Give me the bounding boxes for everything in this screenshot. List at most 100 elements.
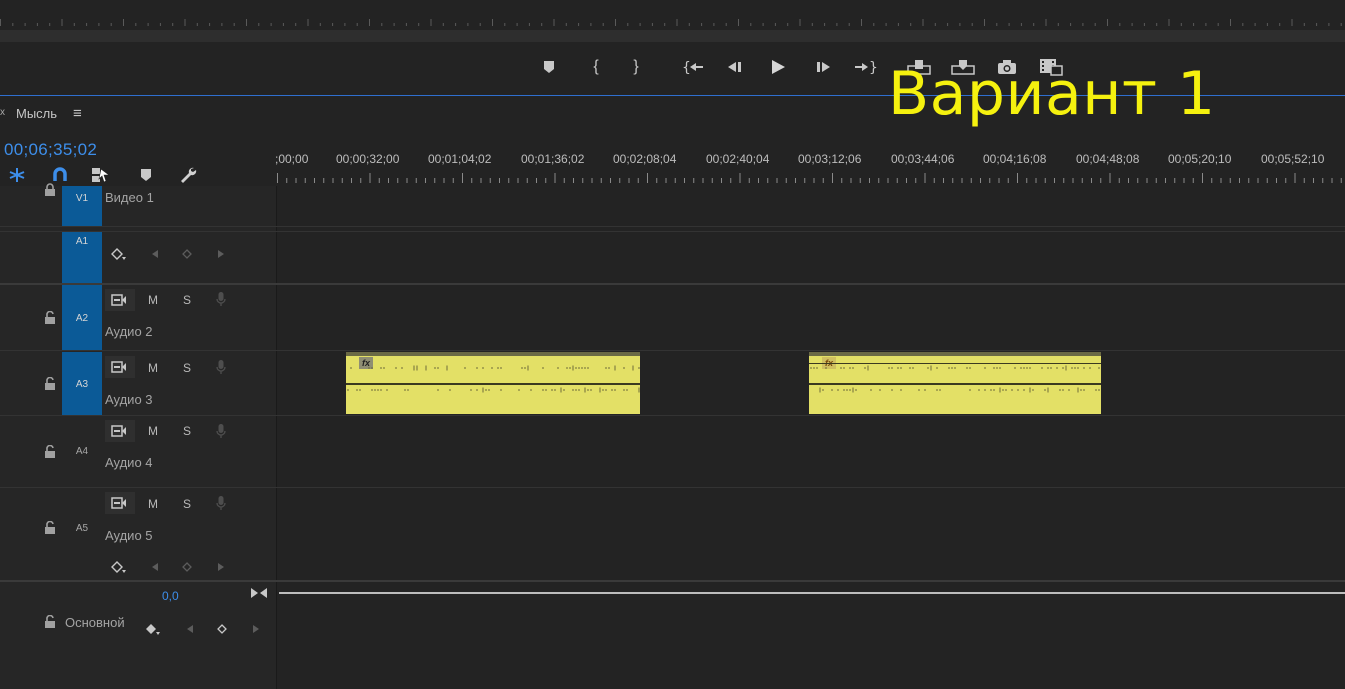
track-name-v1[interactable]: Видео 1	[105, 190, 154, 205]
mark-in-icon: {	[593, 58, 599, 75]
lock-icon[interactable]	[44, 183, 56, 197]
ruler-label: 00;04;48;08	[1076, 152, 1140, 166]
wrench-icon	[181, 167, 197, 183]
ruler-label: ;00;00	[275, 152, 309, 166]
ruler-label: 00;00;32;00	[336, 152, 400, 166]
track-separator[interactable]	[0, 231, 1345, 232]
microphone-icon[interactable]	[212, 359, 230, 375]
track-area[interactable]	[277, 186, 1345, 689]
master-volume-line[interactable]	[279, 592, 1345, 594]
track-separator[interactable]	[0, 415, 1345, 416]
add-keyframe-icon[interactable]	[178, 559, 196, 575]
track-name-a3[interactable]: Аудио 3	[105, 392, 153, 407]
track-patch-a3[interactable]: A3	[62, 352, 102, 415]
audio-clip[interactable]: fx	[809, 352, 1101, 414]
linked-selection-icon	[92, 168, 110, 183]
master-expand-icon[interactable]	[250, 585, 268, 601]
go-to-out-icon: }	[855, 60, 877, 74]
lock-open-icon[interactable]	[44, 521, 56, 535]
track-patch-a2[interactable]: A2	[62, 285, 102, 350]
solo-button[interactable]: S	[178, 360, 196, 376]
ruler-label: 00;01;36;02	[521, 152, 585, 166]
panel-menu-icon[interactable]: ≡	[73, 105, 82, 122]
next-keyframe-icon[interactable]	[247, 621, 265, 637]
close-sequence-icon[interactable]: x	[0, 107, 5, 118]
svg-text:{: {	[682, 60, 691, 74]
snap-button[interactable]	[49, 165, 71, 185]
ruler-label: 00;05;20;10	[1168, 152, 1232, 166]
sync-lock-icon[interactable]	[110, 359, 128, 375]
track-separator[interactable]	[0, 283, 1345, 285]
track-name-a4[interactable]: Аудио 4	[105, 455, 153, 470]
ruler-label: 00;05;52;10	[1261, 152, 1325, 166]
track-patch-a5[interactable]: A5	[62, 523, 102, 537]
ruler-label: 00;02;40;04	[706, 152, 770, 166]
sync-lock-icon[interactable]	[110, 292, 128, 308]
track-name-a5[interactable]: Аудио 5	[105, 528, 153, 543]
next-keyframe-icon[interactable]	[212, 559, 230, 575]
monitor-zoom-scrollbar[interactable]	[0, 30, 1345, 42]
keyframe-menu-icon[interactable]	[110, 559, 128, 575]
audio-clip[interactable]: fx	[346, 352, 640, 414]
nest-toggle-button[interactable]	[6, 165, 28, 185]
time-ruler[interactable]: ;00;00 00;00;32;00 00;01;04;02 00;01;36;…	[275, 134, 1345, 186]
track-patch-a1[interactable]: A1	[62, 232, 102, 283]
mute-button[interactable]: M	[144, 360, 162, 376]
lock-open-icon[interactable]	[44, 377, 56, 391]
marker-icon	[141, 169, 151, 181]
linked-selection-button[interactable]	[90, 165, 112, 185]
prev-keyframe-icon[interactable]	[181, 621, 199, 637]
add-keyframe-icon[interactable]	[178, 246, 196, 262]
sync-lock-icon[interactable]	[110, 495, 128, 511]
solo-button[interactable]: S	[178, 423, 196, 439]
add-keyframe-icon[interactable]	[213, 621, 231, 637]
track-name-a2[interactable]: Аудио 2	[105, 324, 153, 339]
sequence-tab-name[interactable]: Мысль	[16, 106, 57, 121]
lock-open-icon[interactable]	[44, 615, 56, 629]
prev-keyframe-icon[interactable]	[146, 559, 164, 575]
mute-button[interactable]: M	[144, 496, 162, 512]
master-keyframe-menu-icon[interactable]	[144, 621, 162, 637]
track-separator[interactable]	[0, 226, 1345, 227]
go-to-in-button[interactable]: {	[680, 54, 706, 80]
microphone-icon[interactable]	[212, 423, 230, 439]
master-volume-value[interactable]: 0,0	[162, 589, 179, 603]
mark-out-icon: }	[633, 58, 639, 75]
ruler-label: 00;03;44;06	[891, 152, 955, 166]
mute-button[interactable]: M	[144, 423, 162, 439]
solo-button[interactable]: S	[178, 292, 196, 308]
go-to-out-button[interactable]: }	[853, 54, 879, 80]
play-button[interactable]	[765, 54, 791, 80]
step-back-icon	[728, 62, 741, 72]
track-name-master[interactable]: Основной	[65, 615, 125, 630]
program-monitor-ruler[interactable]	[0, 0, 1345, 30]
mark-out-button[interactable]: }	[623, 54, 649, 80]
playhead-timecode[interactable]: 00;06;35;02	[4, 140, 97, 160]
microphone-icon[interactable]	[212, 291, 230, 307]
keyframe-menu-icon[interactable]	[110, 246, 128, 262]
track-separator[interactable]	[0, 580, 1345, 582]
mark-in-button[interactable]: {	[583, 54, 609, 80]
track-separator[interactable]	[0, 487, 1345, 488]
sync-lock-icon[interactable]	[110, 423, 128, 439]
mute-button[interactable]: M	[144, 292, 162, 308]
timeline-settings-button[interactable]	[177, 165, 199, 185]
lock-open-icon[interactable]	[44, 445, 56, 459]
lock-open-icon[interactable]	[44, 311, 56, 325]
add-marker-button[interactable]	[536, 54, 562, 80]
step-back-button[interactable]	[722, 54, 748, 80]
go-to-in-icon: {	[682, 60, 703, 74]
track-patch-v1[interactable]: V1	[62, 186, 102, 226]
variant-overlay-label: Вариант 1	[888, 59, 1216, 129]
prev-keyframe-icon[interactable]	[146, 246, 164, 262]
track-separator[interactable]	[0, 350, 1345, 351]
solo-button[interactable]: S	[178, 496, 196, 512]
magnet-icon	[53, 167, 67, 181]
microphone-icon[interactable]	[212, 495, 230, 511]
add-marker-tool-button[interactable]	[135, 165, 157, 185]
step-forward-icon	[817, 62, 830, 72]
next-keyframe-icon[interactable]	[212, 246, 230, 262]
step-forward-button[interactable]	[811, 54, 837, 80]
track-patch-a4[interactable]: A4	[62, 446, 102, 460]
clip-waveform	[347, 365, 640, 393]
